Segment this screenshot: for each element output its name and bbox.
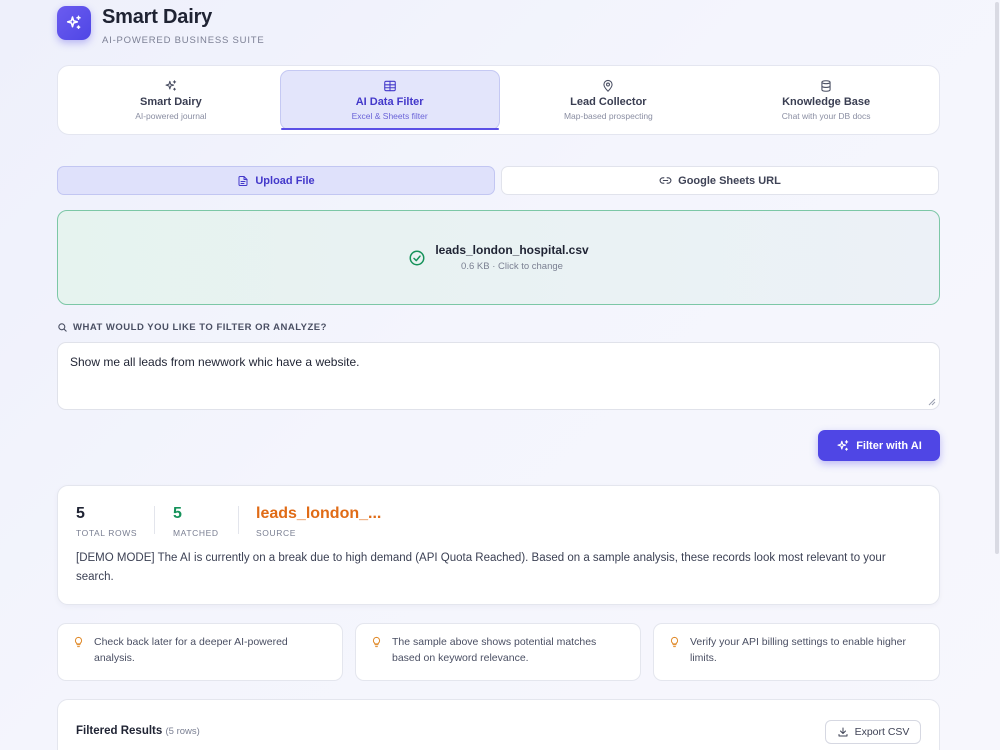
matched-stat: 5 MATCHED [173, 504, 219, 538]
tip-text: Verify your API billing settings to enab… [690, 636, 906, 664]
tip-card: Check back later for a deeper AI-powered… [57, 623, 343, 681]
check-circle-icon [409, 250, 425, 265]
filter-with-ai-label: Filter with AI [856, 439, 922, 452]
file-dropzone[interactable]: leads_london_hospital.csv 0.6 KB · Click… [57, 210, 940, 305]
main-tabs: Smart Dairy AI-powered journal AI Data F… [57, 65, 940, 135]
results-count: (5 rows) [165, 726, 200, 737]
total-rows-stat: 5 TOTAL ROWS [76, 504, 137, 538]
results-title: Filtered Results (5 rows) [76, 725, 200, 737]
tab-label: Smart Dairy [139, 96, 202, 108]
file-name: leads_london_hospital.csv [435, 243, 589, 257]
table-icon [383, 79, 397, 93]
tip-text: Check back later for a deeper AI-powered… [94, 636, 288, 664]
tab-label: Knowledge Base [782, 96, 871, 108]
map-pin-icon [601, 79, 615, 93]
query-label-text: WHAT WOULD YOU LIKE TO FILTER OR ANALYZE… [73, 322, 327, 333]
stat-divider [154, 506, 155, 534]
tab-ai-data-filter[interactable]: AI Data Filter Excel & Sheets filter [279, 70, 500, 130]
source-value: leads_london_... [256, 505, 382, 522]
upload-file-button[interactable]: Upload File [57, 166, 495, 195]
export-csv-label: Export CSV [854, 726, 910, 738]
tab-label: AI Data Filter [355, 96, 424, 108]
database-icon [819, 79, 833, 93]
lightbulb-icon [372, 636, 381, 648]
app-subtitle: AI-POWERED BUSINESS SUITE [102, 35, 265, 46]
tip-card: The sample above shows potential matches… [355, 623, 641, 681]
sparkles-icon [164, 79, 178, 93]
app-title: Smart Dairy [102, 6, 213, 28]
tab-label: Lead Collector [570, 96, 647, 108]
resize-handle-icon[interactable] [928, 398, 936, 406]
query-textarea[interactable]: Show me all leads from newwork whic have… [57, 342, 940, 410]
tab-description: Chat with your DB docs [781, 111, 871, 121]
google-sheets-url-button[interactable]: Google Sheets URL [501, 166, 939, 195]
lightbulb-icon [74, 636, 83, 648]
lightbulb-icon [670, 636, 679, 648]
sparkles-icon [837, 439, 849, 451]
export-csv-button[interactable]: Export CSV [825, 720, 921, 744]
link-icon [659, 177, 672, 184]
filter-with-ai-button[interactable]: Filter with AI [818, 430, 940, 461]
results-title-text: Filtered Results [76, 725, 163, 737]
brand-header: Smart Dairy AI-POWERED BUSINESS SUITE [57, 6, 265, 46]
matched-value: 5 [173, 505, 182, 522]
search-icon [58, 323, 67, 332]
google-sheets-url-label: Google Sheets URL [678, 174, 781, 187]
tab-lead-collector[interactable]: Lead Collector Map-based prospecting [500, 70, 718, 130]
tab-knowledge-base[interactable]: Knowledge Base Chat with your DB docs [717, 70, 935, 130]
sparkles-icon [57, 6, 91, 40]
scrollbar-thumb[interactable] [995, 2, 999, 554]
total-rows-label: TOTAL ROWS [76, 528, 138, 538]
source-label: SOURCE [256, 528, 296, 538]
tab-smart-dairy[interactable]: Smart Dairy AI-powered journal [62, 70, 280, 130]
source-stat: leads_london_... SOURCE [256, 504, 381, 538]
tip-text: The sample above shows potential matches… [392, 636, 597, 664]
page-scrollbar[interactable] [994, 0, 1000, 750]
matched-label: MATCHED [173, 528, 219, 538]
tab-description: AI-powered journal [135, 111, 207, 121]
upload-file-label: Upload File [255, 174, 315, 187]
tip-card: Verify your API billing settings to enab… [653, 623, 940, 681]
tab-description: Excel & Sheets filter [351, 111, 428, 121]
query-text: Show me all leads from newwork whic have… [70, 355, 360, 369]
download-icon [838, 727, 848, 737]
filtered-results-panel: Filtered Results (5 rows) Export CSV [57, 699, 940, 750]
file-icon [238, 175, 248, 186]
total-rows-value: 5 [76, 505, 85, 522]
demo-mode-message: [DEMO MODE] The AI is currently on a bre… [76, 552, 886, 583]
tab-description: Map-based prospecting [563, 111, 653, 121]
results-summary-card: 5 TOTAL ROWS 5 MATCHED leads_london_... … [57, 485, 940, 605]
query-label: WHAT WOULD YOU LIKE TO FILTER OR ANALYZE… [57, 322, 327, 333]
file-meta: 0.6 KB · Click to change [461, 261, 563, 272]
stat-divider [238, 506, 239, 534]
